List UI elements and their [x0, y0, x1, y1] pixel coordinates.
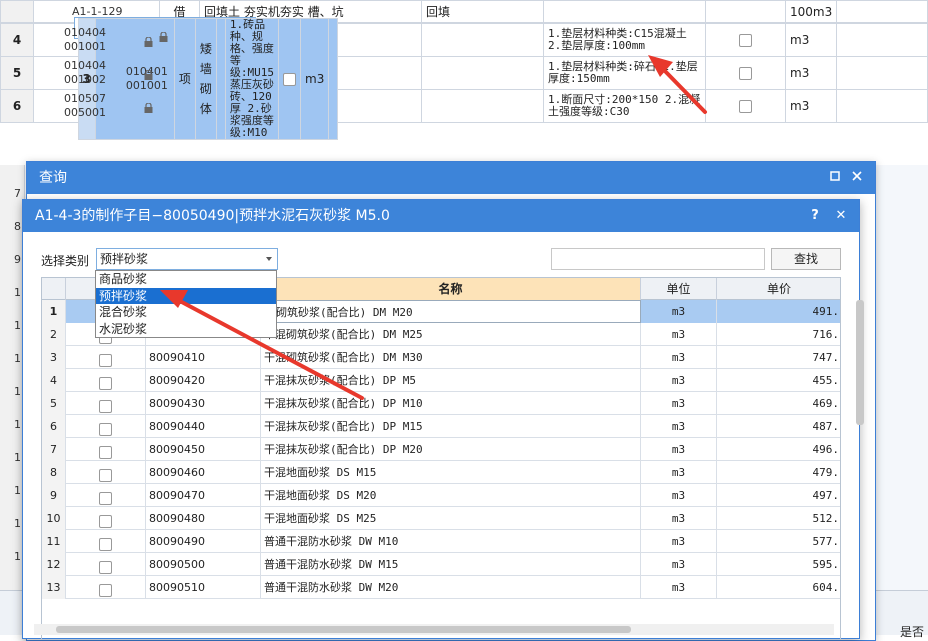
arrow-to-premixed-option	[160, 290, 364, 400]
annotation-arrows	[160, 55, 707, 400]
arrow-to-mortar-grade	[648, 55, 707, 114]
